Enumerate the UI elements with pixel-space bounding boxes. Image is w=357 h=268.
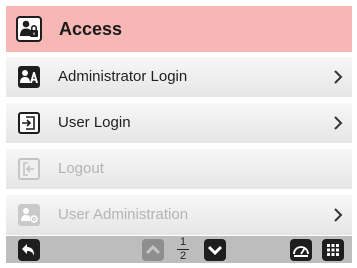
gauge-icon[interactable] xyxy=(290,239,312,261)
user-settings-icon xyxy=(18,204,40,226)
menu-item-label: Logout xyxy=(58,160,104,177)
chevron-down-icon[interactable] xyxy=(204,239,226,261)
chevron-up-icon xyxy=(142,239,164,261)
page-total: 2 xyxy=(179,250,187,262)
page-indicator: 1 2 xyxy=(176,237,190,263)
menu-item-label: User Administration xyxy=(58,206,189,223)
page-title: Access xyxy=(59,19,123,39)
menu-item-logout: Logout xyxy=(6,149,352,189)
user-lock-icon xyxy=(16,16,42,42)
menu-item-user-login[interactable]: User Login xyxy=(6,103,352,143)
access-screen: Access Administrator Login User Login Lo… xyxy=(6,6,352,263)
page-current: 1 xyxy=(179,236,187,248)
grid-menu-icon[interactable] xyxy=(322,239,344,261)
admin-user-icon xyxy=(18,66,40,88)
chevron-right-icon xyxy=(330,69,346,85)
chevron-right-icon xyxy=(330,115,346,131)
menu-item-administrator-login[interactable]: Administrator Login xyxy=(6,57,352,97)
menu-item-label: Administrator Login xyxy=(58,68,188,85)
header-bar: Access xyxy=(6,6,352,52)
logout-icon xyxy=(18,158,40,180)
chevron-right-icon xyxy=(330,207,346,223)
menu-item-label: User Login xyxy=(58,114,131,131)
footer-bar: 1 2 xyxy=(6,236,352,263)
back-arrow-icon[interactable] xyxy=(18,239,40,261)
login-icon xyxy=(18,112,40,134)
menu-item-user-administration: User Administration xyxy=(6,195,352,235)
